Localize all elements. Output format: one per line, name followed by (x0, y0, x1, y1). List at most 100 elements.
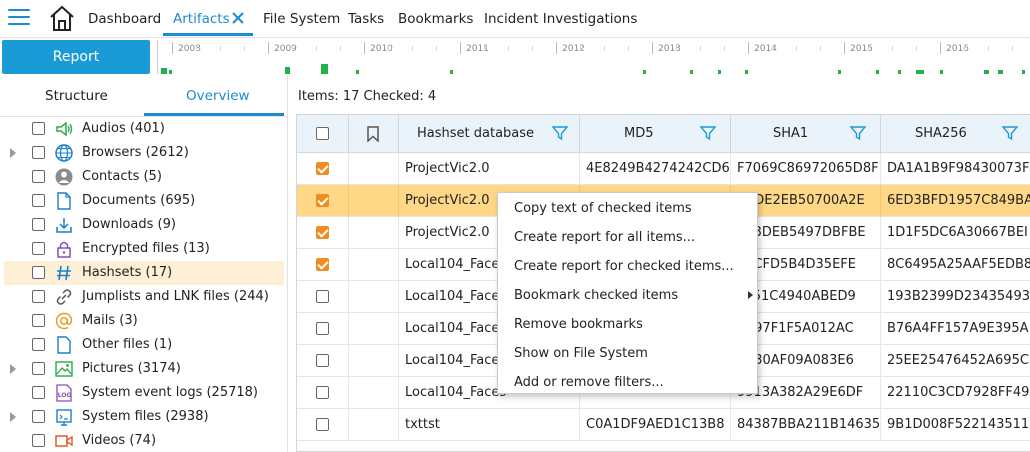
timeline-minor-tick (412, 46, 413, 51)
context-menu-item[interactable]: Add or remove filters... (498, 368, 757, 397)
row-bookmark-cell[interactable] (349, 153, 399, 185)
expand-arrow-icon[interactable] (10, 412, 16, 422)
row-checkbox[interactable] (316, 354, 329, 367)
close-tab-icon[interactable] (231, 11, 245, 25)
timeline-bar (1022, 70, 1025, 74)
timeline-year-label: 2011 (466, 44, 489, 54)
categories-panel: Structure Overview Audios (401) Browsers … (0, 76, 288, 452)
tree-item-globe[interactable]: Browsers (2612) (4, 141, 284, 165)
tab-dashboard[interactable]: Dashboard (88, 11, 161, 27)
filter-icon[interactable] (850, 125, 866, 141)
cell-sha256: 9B1D008F522143511 (887, 417, 1030, 432)
tab-structure[interactable]: Structure (45, 88, 108, 104)
tree-item-log[interactable]: LOG System event logs (25718) (4, 381, 284, 405)
row-bookmark-cell[interactable] (349, 345, 399, 377)
tab-tasks[interactable]: Tasks (348, 11, 384, 27)
tree-item-hash[interactable]: Hashsets (17) (4, 261, 284, 285)
tree-item-checkbox[interactable] (32, 146, 45, 159)
tree-item-system[interactable]: System files (2938) (4, 405, 284, 429)
timeline-minor-tick (628, 46, 629, 51)
row-checkbox[interactable] (316, 194, 329, 207)
tab-file-system[interactable]: File System (263, 11, 340, 27)
context-menu-item[interactable]: Copy text of checked items (498, 194, 757, 223)
row-bookmark-cell[interactable] (349, 217, 399, 249)
tab-overview[interactable]: Overview (186, 88, 250, 104)
tree-item-checkbox[interactable] (32, 410, 45, 423)
row-bookmark-cell[interactable] (349, 409, 399, 441)
tree-item-label: System files (2938) (82, 409, 209, 424)
tree-item-checkbox[interactable] (32, 362, 45, 375)
tab-incident-investigations[interactable]: Incident Investigations (484, 11, 637, 27)
row-bookmark-cell[interactable] (349, 281, 399, 313)
tree-item-person[interactable]: Contacts (5) (4, 165, 284, 189)
expand-arrow-icon[interactable] (10, 148, 16, 158)
row-checkbox[interactable] (316, 386, 329, 399)
row-checkbox-cell (297, 345, 349, 377)
timeline-bar (876, 70, 879, 74)
tree-item-checkbox[interactable] (32, 170, 45, 183)
row-bookmark-cell[interactable] (349, 313, 399, 345)
column-hashset-database[interactable]: Hashset database (399, 115, 580, 153)
bookmark-icon[interactable] (366, 126, 380, 142)
person-icon (54, 167, 74, 187)
tree-item-checkbox[interactable] (32, 242, 45, 255)
row-checkbox[interactable] (316, 322, 329, 335)
column-sha1[interactable]: SHA1 (731, 115, 881, 153)
tree-item-picture[interactable]: Pictures (3174) (4, 357, 284, 381)
tree-item-video[interactable]: Videos (74) (4, 429, 284, 452)
tree-item-document[interactable]: Documents (695) (4, 189, 284, 213)
tree-item-checkbox[interactable] (32, 266, 45, 279)
tree-item-checkbox[interactable] (32, 290, 45, 303)
tree-item-checkbox[interactable] (32, 218, 45, 231)
row-checkbox-cell (297, 281, 349, 313)
row-bookmark-cell[interactable] (349, 249, 399, 281)
table-row[interactable]: txttst C0A1DF9AED1C13B8 84387BBA211B14635 9… (297, 409, 1030, 441)
row-checkbox[interactable] (316, 418, 329, 431)
cell-hashset-database: txttst (399, 409, 580, 441)
tab-artifacts[interactable]: Artifacts (173, 11, 230, 27)
tree-item-at[interactable]: Mails (3) (4, 309, 284, 333)
tree-item-checkbox[interactable] (32, 194, 45, 207)
tree-item-label: Documents (695) (82, 193, 196, 208)
file-icon (54, 335, 74, 355)
home-icon[interactable] (48, 4, 76, 32)
context-menu-item[interactable]: Remove bookmarks (498, 310, 757, 339)
timeline-year-tick (844, 42, 845, 54)
context-menu-item[interactable]: Create report for checked items... (498, 252, 757, 281)
timeline-histogram[interactable]: 2008 2009 2010 2011 2012 2013 2014 2015 … (157, 40, 1030, 74)
tab-bookmarks[interactable]: Bookmarks (398, 11, 473, 27)
row-checkbox[interactable] (316, 162, 329, 175)
link-icon (54, 287, 74, 307)
tree-item-checkbox[interactable] (32, 122, 45, 135)
filter-icon[interactable] (700, 125, 716, 141)
filter-icon[interactable] (552, 125, 568, 141)
context-menu-item[interactable]: Bookmark checked items (498, 281, 757, 310)
table-row[interactable]: ProjectVic2.0 4E8249B4274242CD6 F7069C8697… (297, 153, 1030, 185)
context-menu-item[interactable]: Show on File System (498, 339, 757, 368)
tree-item-checkbox[interactable] (32, 314, 45, 327)
tree-item-download[interactable]: Downloads (9) (4, 213, 284, 237)
filter-icon[interactable] (1002, 125, 1018, 141)
select-all-checkbox[interactable] (316, 127, 329, 140)
row-checkbox[interactable] (316, 226, 329, 239)
row-checkbox[interactable] (316, 258, 329, 271)
tree-item-speaker[interactable]: Audios (401) (4, 117, 284, 141)
tree-item-checkbox[interactable] (32, 386, 45, 399)
column-sha256[interactable]: SHA256 (881, 115, 1030, 153)
tree-item-label: Other files (1) (82, 337, 173, 352)
row-bookmark-cell[interactable] (349, 377, 399, 409)
column-md5[interactable]: MD5 (580, 115, 731, 153)
hamburger-menu-icon[interactable] (8, 9, 30, 27)
report-button[interactable]: Report (2, 40, 150, 74)
tree-item-checkbox[interactable] (32, 434, 45, 447)
row-checkbox[interactable] (316, 290, 329, 303)
row-bookmark-cell[interactable] (349, 185, 399, 217)
tree-item-checkbox[interactable] (32, 338, 45, 351)
tree-item-lock[interactable]: Encrypted files (13) (4, 237, 284, 261)
tree-item-link[interactable]: Jumplists and LNK files (244) (4, 285, 284, 309)
expand-arrow-icon[interactable] (10, 364, 16, 374)
tree-item-file[interactable]: Other files (1) (4, 333, 284, 357)
column-label: MD5 (624, 126, 654, 141)
timeline-year-label: 2009 (274, 44, 297, 54)
context-menu-item[interactable]: Create report for all items... (498, 223, 757, 252)
